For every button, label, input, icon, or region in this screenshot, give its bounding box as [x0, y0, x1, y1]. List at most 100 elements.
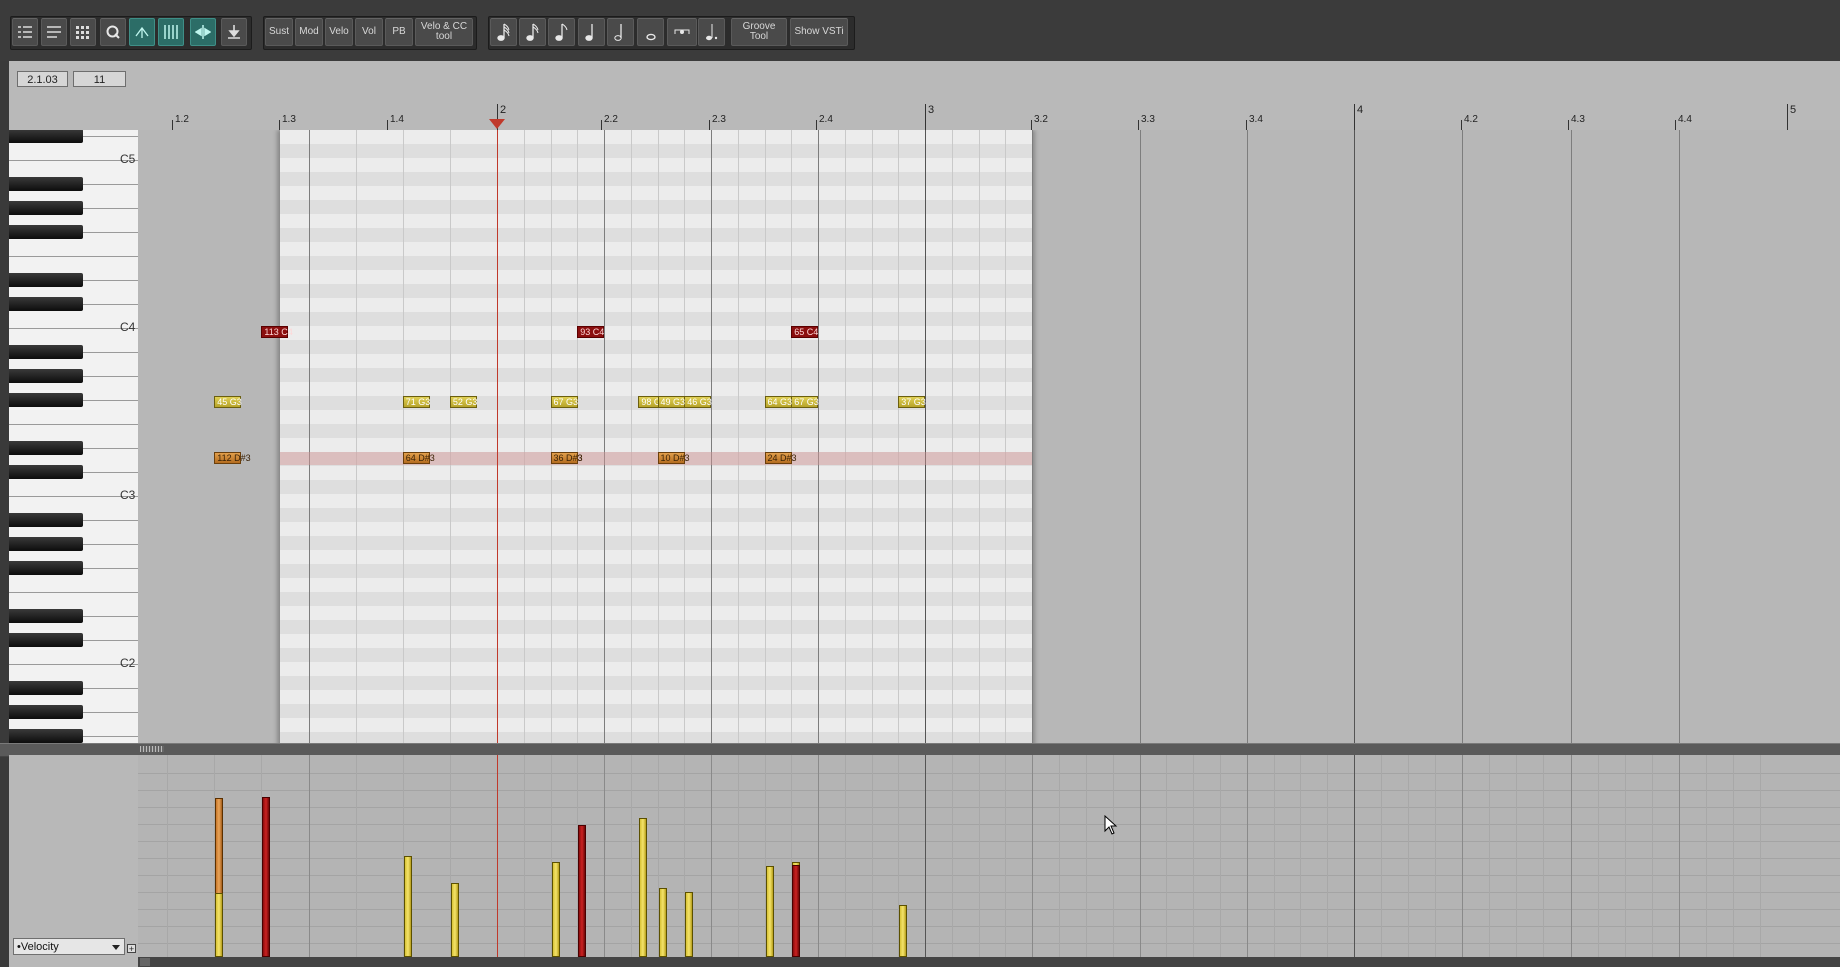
show-vsti-button[interactable]: Show VSTi: [790, 18, 848, 46]
import-button[interactable]: [221, 18, 247, 46]
scrollbar-left-arrow[interactable]: [140, 958, 150, 966]
event-list-button[interactable]: [41, 18, 67, 46]
snap-button[interactable]: [129, 18, 155, 46]
midi-note[interactable]: 112 D#3: [214, 452, 251, 464]
midi-note[interactable]: 24 D#3: [764, 452, 797, 464]
midi-note[interactable]: 10 D#3: [657, 452, 690, 464]
black-key[interactable]: [9, 705, 83, 719]
split-button[interactable]: [190, 18, 216, 46]
velo-button[interactable]: Velo: [325, 18, 353, 46]
black-key[interactable]: [9, 465, 83, 479]
cc-grid-hline: [138, 875, 1840, 876]
ruler-tick: [172, 120, 173, 130]
midi-note[interactable]: 49 G3: [657, 396, 685, 408]
black-key[interactable]: [9, 681, 83, 695]
midi-note[interactable]: 67 G3: [550, 396, 578, 408]
velocity-bar[interactable]: [792, 865, 801, 957]
quantize-button[interactable]: [100, 18, 126, 46]
splitter-grip[interactable]: [140, 746, 164, 752]
groove-tool-button[interactable]: Groove Tool: [731, 18, 787, 46]
black-key[interactable]: [9, 561, 83, 575]
timeline-ruler[interactable]: 1.2 1.3 1.4 2 2.2 2.3 2.4 3 3.2 3.3 3.4 4 4.2 4.3 4.4 5: [138, 100, 1840, 130]
vol-button[interactable]: Vol: [355, 18, 383, 46]
velocity-bar[interactable]: [450, 883, 459, 957]
midi-note[interactable]: 36 D#3: [550, 452, 583, 464]
midi-note[interactable]: 113 C4: [261, 326, 293, 338]
black-key[interactable]: [9, 609, 83, 623]
velocity-lane[interactable]: [138, 755, 1840, 957]
velocity-bar[interactable]: [551, 862, 560, 957]
white-key[interactable]: [9, 664, 138, 665]
piano-keyboard[interactable]: C5 C4 C3 C2: [9, 130, 138, 747]
black-key[interactable]: [9, 297, 83, 311]
half-note-button[interactable]: [607, 18, 634, 46]
white-key[interactable]: [9, 424, 138, 425]
black-key[interactable]: [9, 345, 83, 359]
white-key[interactable]: [9, 328, 138, 329]
grid-line: [898, 130, 900, 747]
velocity-bar[interactable]: [899, 905, 908, 957]
playhead-line: [497, 130, 498, 747]
whole-note-button[interactable]: [637, 18, 664, 46]
black-key[interactable]: [9, 130, 83, 143]
black-key[interactable]: [9, 177, 83, 191]
quarter-note-button[interactable]: [578, 18, 605, 46]
midi-note[interactable]: 45 G3: [214, 396, 242, 408]
white-key[interactable]: [9, 256, 138, 257]
velocity-bar[interactable]: [262, 797, 271, 957]
ruler-tick: [1787, 104, 1788, 130]
black-key[interactable]: [9, 633, 83, 647]
velocity-bar[interactable]: [658, 888, 667, 957]
list-view-button[interactable]: [12, 18, 38, 46]
grid-lines-button[interactable]: [158, 18, 184, 46]
velocity-bar[interactable]: [578, 825, 587, 957]
playhead-marker-icon[interactable]: [489, 119, 505, 129]
midi-note[interactable]: 52 G3: [449, 396, 477, 408]
black-key[interactable]: [9, 537, 83, 551]
position-field[interactable]: 2.1.03: [17, 71, 68, 87]
white-key[interactable]: [9, 592, 138, 593]
piano-roll-grid[interactable]: 113 C493 C465 C445 G352 G371 G398 G359 G…: [138, 130, 1840, 747]
add-lane-button[interactable]: +: [127, 944, 136, 954]
midi-note[interactable]: 65 C4: [791, 326, 818, 338]
dotted-note-button[interactable]: [698, 18, 725, 46]
black-key[interactable]: [9, 729, 83, 743]
triplet-button[interactable]: [667, 18, 697, 46]
velocity-bar[interactable]: [403, 856, 412, 957]
black-key[interactable]: [9, 393, 83, 407]
velocity-bar[interactable]: [639, 818, 648, 957]
sust-button[interactable]: Sust: [265, 18, 293, 46]
ruler-tick: [1354, 104, 1355, 130]
cc-grid-vline: [308, 755, 310, 957]
midi-note[interactable]: 37 G3: [898, 396, 926, 408]
velocity-bar[interactable]: [685, 892, 694, 957]
black-key[interactable]: [9, 225, 83, 239]
midi-note[interactable]: 64 G3: [764, 396, 792, 408]
velo-cc-tool-button[interactable]: Velo & CC tool: [415, 18, 473, 46]
8th-note-button[interactable]: [548, 18, 575, 46]
pb-button[interactable]: PB: [385, 18, 413, 46]
black-key[interactable]: [9, 369, 83, 383]
black-key[interactable]: [9, 201, 83, 215]
midi-note[interactable]: 71 G3: [402, 396, 430, 408]
grid-line: [871, 130, 873, 747]
horizontal-scrollbar[interactable]: [138, 957, 1840, 967]
velocity-bar[interactable]: [215, 893, 224, 957]
cc-lane-select[interactable]: •Velocity: [13, 938, 125, 955]
midi-note[interactable]: 67 G3: [791, 396, 819, 408]
ruler-tick: [1568, 120, 1569, 130]
velocity-bar[interactable]: [765, 866, 774, 957]
white-key[interactable]: [9, 496, 138, 497]
32nd-note-button[interactable]: [490, 18, 517, 46]
mod-button[interactable]: Mod: [295, 18, 323, 46]
value-field[interactable]: 11: [73, 71, 126, 87]
midi-note[interactable]: 46 G3: [684, 396, 712, 408]
black-key[interactable]: [9, 273, 83, 287]
white-key[interactable]: [9, 160, 138, 161]
midi-note[interactable]: 64 D#3: [402, 452, 435, 464]
black-key[interactable]: [9, 441, 83, 455]
grid-view-button[interactable]: [70, 18, 96, 46]
midi-note[interactable]: 93 C4: [577, 326, 604, 338]
black-key[interactable]: [9, 513, 83, 527]
16th-note-button[interactable]: [519, 18, 546, 46]
